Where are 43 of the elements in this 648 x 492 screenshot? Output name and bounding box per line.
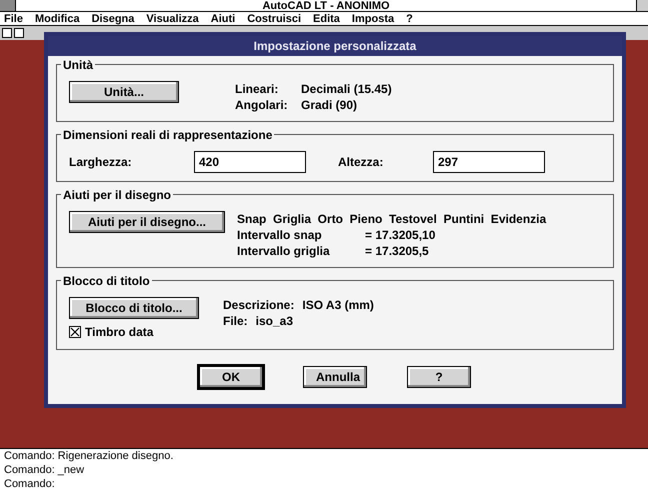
info-value: ISO A3 (mm) <box>302 297 374 313</box>
menu-item[interactable]: File <box>4 12 23 24</box>
title-block-button[interactable]: Blocco di titolo... <box>69 297 199 319</box>
window-title: AutoCAD LT - ANONIMO <box>261 0 391 12</box>
dialog-button[interactable]: ? <box>407 366 471 388</box>
input-field[interactable]: 297 <box>433 151 545 173</box>
menu-item[interactable]: Imposta <box>352 12 394 24</box>
group-label: Aiuti per il disegno <box>61 187 174 203</box>
command-line: Comando: _new <box>4 463 86 477</box>
dialog-button[interactable]: OK <box>199 366 263 388</box>
minimize-icon[interactable] <box>636 0 648 11</box>
checkbox-label: Timbro data <box>85 324 154 341</box>
drawing-aids-button[interactable]: Aiuti per il disegno... <box>69 211 225 233</box>
info-value: = 17.3205,5 <box>365 243 429 259</box>
group-label: Dimensioni reali di rappresentazione <box>61 127 274 143</box>
info-value: = 17.3205,10 <box>365 227 436 243</box>
info-label: Descrizione: <box>223 297 294 313</box>
field-label: Altezza: <box>338 154 384 171</box>
menu-item[interactable]: Visualizza <box>146 12 199 24</box>
dialog-button[interactable]: Annulla <box>303 366 367 388</box>
info-value: Decimali (15.45) <box>301 81 392 97</box>
menu-item[interactable]: Aiuti <box>210 12 236 24</box>
info-label: Intervallo snap <box>237 227 323 243</box>
input-field[interactable]: 420 <box>194 151 306 173</box>
checkbox[interactable] <box>69 326 81 338</box>
info-value: Gradi (90) <box>301 97 358 113</box>
units-button[interactable]: Unità... <box>69 81 179 103</box>
info-label: Lineari: <box>235 81 280 97</box>
command-line: Comando: Rigenerazione disegno. <box>4 449 174 463</box>
menu-item[interactable]: Costruisci <box>247 12 302 24</box>
system-menu-icon[interactable] <box>0 0 16 11</box>
command-line: Comando: <box>4 477 56 491</box>
menu-item[interactable]: Modifica <box>34 12 80 24</box>
info-value: iso_a3 <box>256 313 294 329</box>
info-label: Angolari: <box>235 97 289 113</box>
field-label: Larghezza: <box>69 154 133 171</box>
modes-text: Snap Griglia Orto Pieno Testovel Puntini Evidenzia <box>237 211 546 227</box>
menu-item[interactable]: Edita <box>313 12 340 24</box>
menu-item[interactable]: ? <box>406 12 413 24</box>
dialog-title: Impostazione personalizzata <box>48 36 622 56</box>
info-label: File: <box>223 313 248 329</box>
info-label: Intervallo griglia <box>237 243 331 259</box>
menu-item[interactable]: Disegna <box>92 12 134 24</box>
